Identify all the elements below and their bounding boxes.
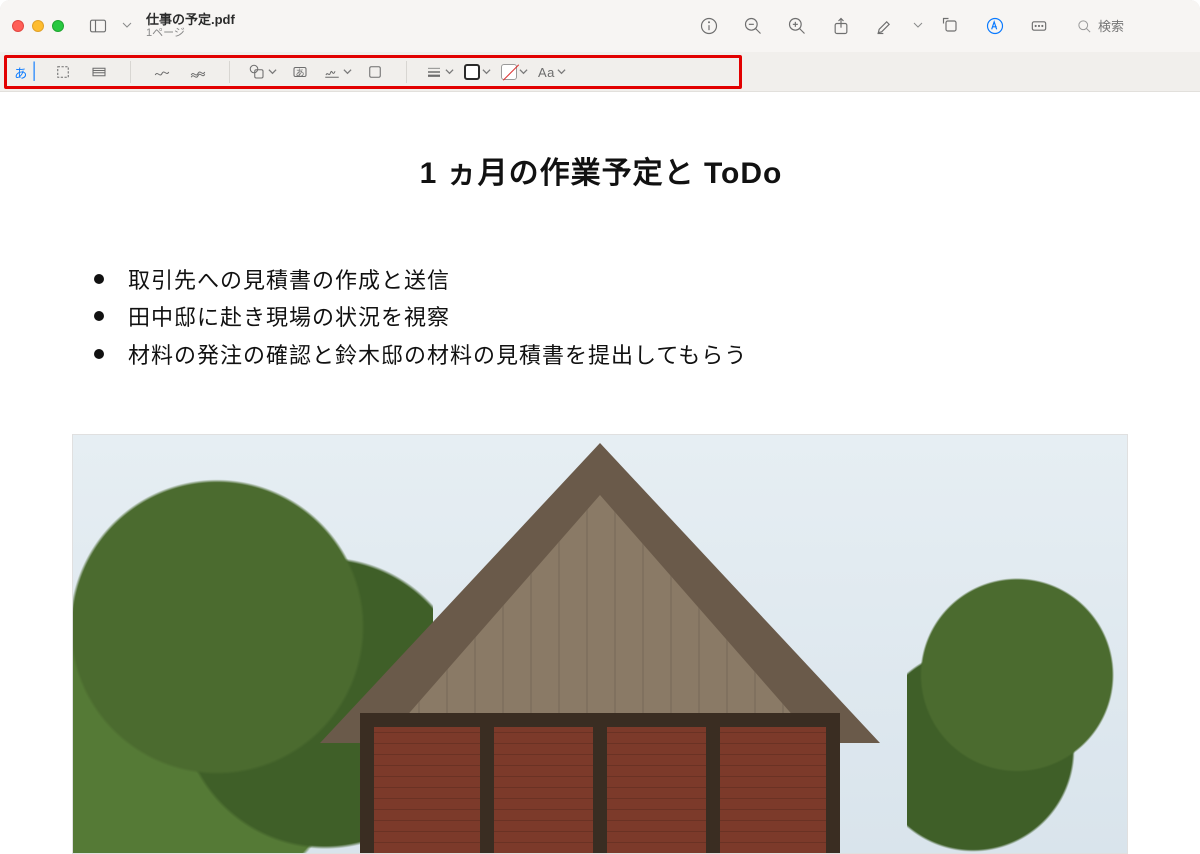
chevron-down-icon: [445, 63, 454, 81]
stroke-style-tool[interactable]: [425, 59, 454, 85]
search-icon: [1077, 19, 1092, 34]
zoom-out-button[interactable]: [737, 12, 769, 40]
font-style-tool[interactable]: Aa: [538, 59, 566, 85]
draw-tool[interactable]: [185, 59, 211, 85]
zoom-in-button[interactable]: [781, 12, 813, 40]
markup-toolbar: あ│ あ: [0, 52, 1200, 92]
sidebar-menu-chevron[interactable]: [122, 17, 132, 35]
border-color-swatch: [464, 64, 480, 80]
toolbar-separator: [406, 61, 407, 83]
titlebar: 仕事の予定.pdf 1ページ: [0, 0, 1200, 52]
share-button[interactable]: [825, 12, 857, 40]
text-selection-tool[interactable]: あ│: [14, 59, 40, 85]
close-window-button[interactable]: [12, 20, 24, 32]
list-item: 取引先への見積書の作成と送信: [94, 262, 1130, 299]
search-input[interactable]: [1098, 19, 1178, 34]
todo-list: 取引先への見積書の作成と送信 田中邸に赴き現場の状況を視察 材料の発注の確認と鈴…: [72, 262, 1130, 374]
chevron-down-icon: [268, 63, 277, 81]
markup-toggle-button[interactable]: [979, 12, 1011, 40]
border-color-tool[interactable]: [464, 59, 491, 85]
minimize-window-button[interactable]: [32, 20, 44, 32]
document-filename: 仕事の予定.pdf: [146, 13, 235, 27]
redact-tool[interactable]: [86, 59, 112, 85]
note-tool[interactable]: [362, 59, 388, 85]
fill-color-tool[interactable]: [501, 59, 528, 85]
chevron-down-icon: [557, 63, 566, 81]
highlight-button[interactable]: [869, 12, 901, 40]
sign-tool[interactable]: [323, 59, 352, 85]
chevron-down-icon: [519, 63, 528, 81]
rect-selection-tool[interactable]: [50, 59, 76, 85]
shapes-tool[interactable]: [248, 59, 277, 85]
info-button[interactable]: [693, 12, 725, 40]
chevron-down-icon: [343, 63, 352, 81]
highlight-menu-chevron[interactable]: [913, 17, 923, 35]
fill-color-swatch: [501, 64, 517, 80]
chevron-down-icon: [482, 63, 491, 81]
toolbar-separator: [130, 61, 131, 83]
document-title: 1 ヵ月の作業予定と ToDo: [72, 148, 1130, 192]
list-item: 材料の発注の確認と鈴木邸の材料の見積書を提出してもらう: [94, 337, 1130, 374]
toolbar-separator: [229, 61, 230, 83]
title-block: 仕事の予定.pdf 1ページ: [146, 13, 235, 39]
window-controls: [12, 20, 64, 32]
sketch-tool[interactable]: [149, 59, 175, 85]
document-view[interactable]: 1 ヵ月の作業予定と ToDo 取引先への見積書の作成と送信 田中邸に赴き現場の…: [0, 92, 1200, 854]
search-field[interactable]: [1067, 15, 1188, 38]
text-box-tool[interactable]: あ: [287, 59, 313, 85]
document-page-indicator: 1ページ: [146, 27, 235, 39]
form-fill-button[interactable]: [1023, 12, 1055, 40]
document-image: [72, 434, 1128, 854]
toolbar-right: [693, 12, 1188, 40]
maximize-window-button[interactable]: [52, 20, 64, 32]
sidebar-toggle-button[interactable]: [82, 12, 114, 40]
list-item: 田中邸に赴き現場の状況を視察: [94, 299, 1130, 336]
rotate-button[interactable]: [935, 12, 967, 40]
